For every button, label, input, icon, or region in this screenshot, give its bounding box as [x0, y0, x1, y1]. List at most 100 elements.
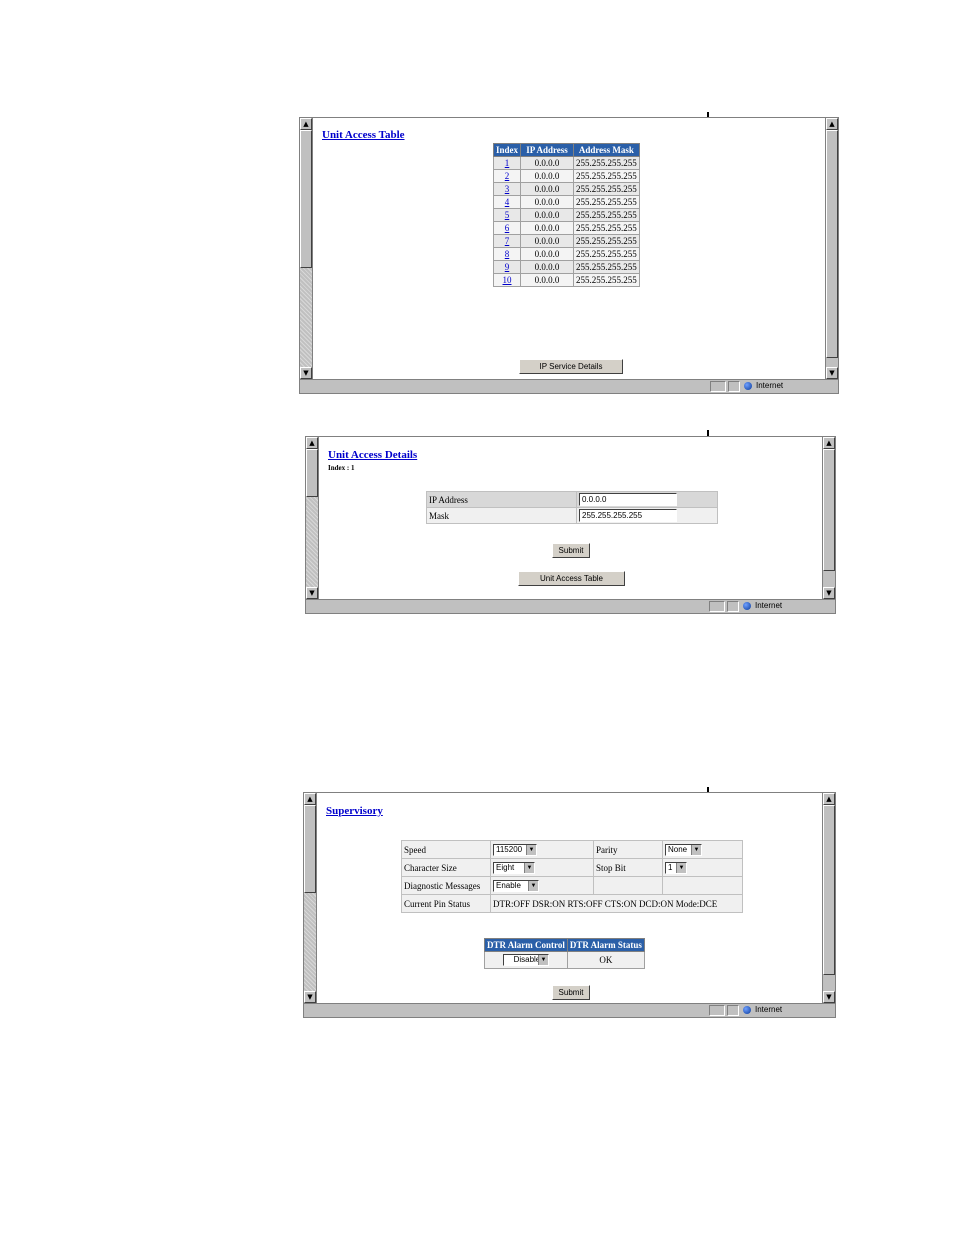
ip-address-label: IP Address	[426, 491, 577, 508]
address-mask-cell: 255.255.255.255	[573, 273, 640, 287]
empty-cell	[662, 876, 743, 895]
dtr-alarm-control-select[interactable]: Disable ▼	[502, 954, 549, 966]
scroll-thumb[interactable]	[300, 130, 312, 268]
dropdown-arrow-icon[interactable]: ▼	[524, 862, 534, 873]
index-link[interactable]: 2	[505, 171, 510, 181]
index-link[interactable]: 9	[505, 262, 510, 272]
scroll-down-icon[interactable]: ▼	[823, 587, 835, 599]
page-title[interactable]: Unit Access Table	[322, 129, 405, 141]
ip-service-details-button[interactable]: IP Service Details	[519, 359, 623, 374]
scroll-up-icon[interactable]: ▲	[300, 118, 312, 130]
scroll-down-icon[interactable]: ▼	[826, 367, 838, 379]
index-link[interactable]: 1	[505, 158, 510, 168]
left-frame-scrollbar[interactable]: ▲ ▼	[300, 118, 313, 380]
stop-bit-cell: 1 ▼	[662, 858, 743, 877]
scroll-down-icon[interactable]: ▼	[306, 587, 318, 599]
scroll-thumb[interactable]	[306, 449, 318, 497]
main-frame-scrollbar[interactable]: ▲ ▼	[822, 793, 835, 1004]
table-header-row: Index IP Address Address Mask	[492, 143, 640, 157]
character-size-cell: Eight ▼	[490, 858, 594, 877]
mask-cell: 255.255.255.255	[576, 507, 718, 524]
parity-select[interactable]: None ▼	[665, 843, 702, 856]
left-frame-scrollbar[interactable]: ▲ ▼	[306, 437, 319, 600]
scroll-up-icon[interactable]: ▲	[306, 437, 318, 449]
diagnostic-messages-cell: Enable ▼	[490, 876, 594, 895]
page-title[interactable]: Unit Access Details	[328, 449, 417, 461]
empty-cell	[593, 876, 663, 895]
globe-icon	[744, 382, 752, 390]
index-link[interactable]: 6	[505, 223, 510, 233]
scroll-down-icon[interactable]: ▼	[823, 991, 835, 1003]
table-body: 1 0.0.0.0 255.255.255.255 2 0.0.0.0 255.255.2…	[492, 156, 640, 287]
main-frame-scrollbar[interactable]: ▲ ▼	[822, 437, 835, 600]
unit-access-table-button[interactable]: Unit Access Table	[518, 571, 625, 586]
address-mask-cell: 255.255.255.255	[573, 182, 640, 196]
left-frame-scrollbar[interactable]: ▲ ▼	[304, 793, 317, 1004]
index-link[interactable]: 4	[505, 197, 510, 207]
diagnostic-messages-select[interactable]: Enable ▼	[493, 879, 539, 892]
column-header: IP Address	[520, 143, 575, 157]
parity-cell: None ▼	[662, 840, 743, 859]
index-link[interactable]: 5	[505, 210, 510, 220]
character-size-value: Eight	[496, 862, 515, 872]
index-cell: 10	[492, 273, 522, 287]
speed-select[interactable]: 115200 ▼	[493, 843, 537, 856]
ip-address-input[interactable]: 0.0.0.0	[579, 493, 677, 506]
dropdown-arrow-icon[interactable]: ▼	[676, 862, 686, 873]
ip-address-cell: 0.0.0.0	[520, 247, 575, 261]
scroll-up-icon[interactable]: ▲	[823, 437, 835, 449]
index-link[interactable]: 3	[505, 184, 510, 194]
index-cell: 3	[492, 182, 522, 196]
scroll-up-icon[interactable]: ▲	[826, 118, 838, 130]
submit-button[interactable]: Submit	[552, 543, 590, 558]
settings-row: Character Size Eight ▼ Stop Bit 1 ▼	[401, 858, 743, 877]
dropdown-arrow-icon[interactable]: ▼	[526, 844, 536, 855]
mask-input[interactable]: 255.255.255.255	[579, 509, 677, 522]
index-link[interactable]: 7	[505, 236, 510, 246]
security-zone: Internet	[742, 381, 783, 392]
submit-button[interactable]: Submit	[552, 985, 590, 1000]
supervisory-settings-table: Speed 115200 ▼ Parity None ▼ Character Siz…	[401, 840, 743, 913]
stop-bit-select[interactable]: 1 ▼	[665, 861, 687, 874]
scroll-thumb[interactable]	[823, 449, 835, 571]
unit-access-table: Index IP Address Address Mask 1 0.0.0.0 25…	[492, 143, 640, 287]
scroll-down-icon[interactable]: ▼	[304, 991, 316, 1003]
character-size-select[interactable]: Eight ▼	[493, 861, 535, 874]
ip-address-cell: 0.0.0.0	[520, 208, 575, 222]
index-link[interactable]: 10	[503, 275, 512, 285]
scroll-up-icon[interactable]: ▲	[823, 793, 835, 805]
index-link[interactable]: 8	[505, 249, 510, 259]
table-row: 10 0.0.0.0 255.255.255.255	[492, 273, 640, 287]
page-title[interactable]: Supervisory	[326, 805, 383, 817]
scroll-up-icon[interactable]: ▲	[304, 793, 316, 805]
scroll-thumb[interactable]	[304, 805, 316, 893]
ip-address-cell: 0.0.0.0	[520, 234, 575, 248]
scroll-down-icon[interactable]: ▼	[300, 367, 312, 379]
address-mask-cell: 255.255.255.255	[573, 247, 640, 261]
dropdown-arrow-icon[interactable]: ▼	[528, 880, 538, 891]
dropdown-arrow-icon[interactable]: ▼	[691, 844, 701, 855]
table-row: 6 0.0.0.0 255.255.255.255	[492, 221, 640, 235]
table-row: 9 0.0.0.0 255.255.255.255	[492, 260, 640, 274]
zone-label: Internet	[755, 601, 783, 610]
table-header-row: DTR Alarm Control DTR Alarm Status	[484, 938, 645, 952]
scroll-thumb[interactable]	[823, 805, 835, 975]
status-bar: Internet	[306, 599, 835, 613]
browser-window-unit-access-table: ▲ ▼ ▲ ▼ Unit Access Table Index IP Addre…	[299, 117, 839, 394]
zone-label: Internet	[756, 381, 784, 390]
scroll-thumb[interactable]	[826, 130, 838, 358]
parity-label: Parity	[593, 840, 663, 859]
ip-address-cell: 0.0.0.0	[576, 491, 718, 508]
ip-address-cell: 0.0.0.0	[520, 260, 575, 274]
dtr-alarm-control-cell: Disable ▼	[484, 951, 568, 969]
dropdown-arrow-icon[interactable]: ▼	[537, 955, 548, 965]
settings-row: Current Pin Status DTR:OFF DSR:ON RTS:OF…	[401, 894, 743, 913]
diagnostic-messages-label: Diagnostic Messages	[401, 876, 491, 895]
ip-address-cell: 0.0.0.0	[520, 273, 575, 287]
table-row: 2 0.0.0.0 255.255.255.255	[492, 169, 640, 183]
index-cell: 8	[492, 247, 522, 261]
main-frame-scrollbar[interactable]: ▲ ▼	[825, 118, 838, 380]
ip-address-cell: 0.0.0.0	[520, 169, 575, 183]
ip-address-cell: 0.0.0.0	[520, 195, 575, 209]
status-cell	[709, 1005, 725, 1016]
